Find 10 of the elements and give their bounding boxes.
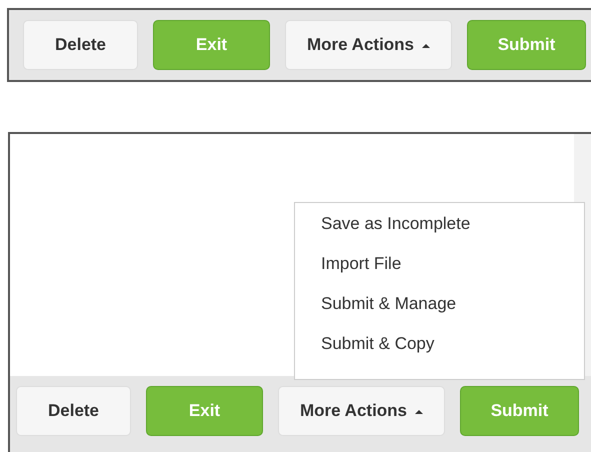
menu-item[interactable]: Import File [321,253,584,275]
action-button[interactable]: Delete [16,386,131,436]
menu-item[interactable]: Submit & Copy [321,333,584,355]
menu-item[interactable]: Submit & Manage [321,293,584,315]
caret-icon [415,408,424,414]
menu-item[interactable]: Save as Incomplete [321,213,584,235]
dropdown-button[interactable]: More Actions [278,386,445,436]
action-button[interactable]: Delete [23,20,138,70]
caret-icon [422,42,430,48]
dropdown-button[interactable]: More Actions [285,20,452,70]
